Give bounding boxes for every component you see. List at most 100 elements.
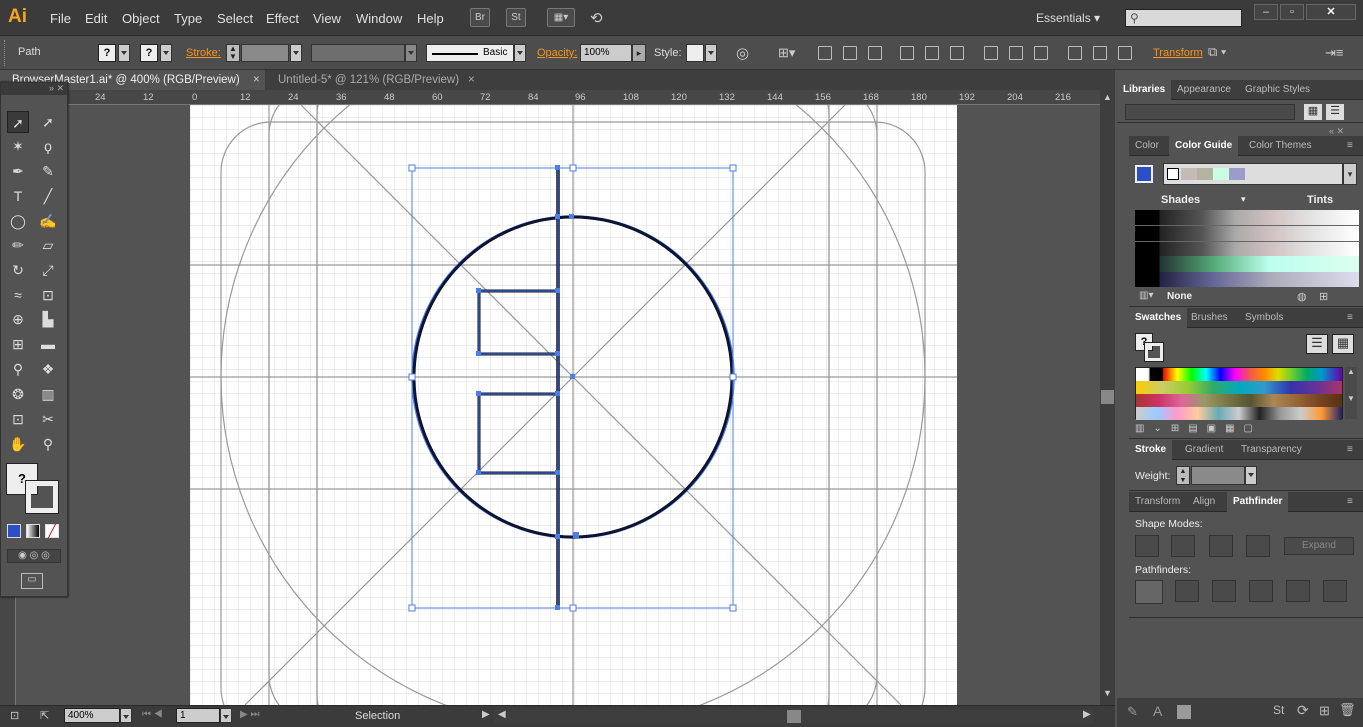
workspace-switcher[interactable]: Essentials ▾: [1036, 11, 1100, 25]
harmony-strip[interactable]: [1163, 163, 1343, 185]
lasso-tool-icon[interactable]: ϙ: [37, 135, 59, 157]
scroll-left-icon[interactable]: ◀: [498, 709, 506, 720]
panel-menu-icon[interactable]: ≡: [1341, 440, 1359, 460]
tab-brushes[interactable]: Brushes: [1185, 308, 1234, 328]
sync-icon[interactable]: ⟳: [1297, 702, 1309, 719]
hscroll-thumb[interactable]: [787, 710, 801, 723]
slice-tool-icon[interactable]: ✂: [37, 408, 59, 430]
fill-dropdown[interactable]: [118, 44, 130, 62]
weight-stepper[interactable]: ▲ ▼: [1176, 466, 1190, 485]
swatch-libraries-icon[interactable]: ▥▾: [1139, 290, 1153, 301]
menu-effect[interactable]: Effect: [266, 11, 299, 26]
tools-panel[interactable]: » ✕ ➚ ➚ ✶ ϙ ✒ ✎ T ╱ ◯ ✍ ✏ ▱ ↻ ⤢ ≈ ⊡ ⊕ ▙ …: [0, 82, 68, 597]
stroke-label[interactable]: Stroke:: [186, 47, 221, 59]
close-tab-icon[interactable]: ×: [253, 70, 260, 90]
harmony-swatch-4[interactable]: [1213, 168, 1229, 180]
mesh-tool-icon[interactable]: ⊞: [7, 333, 29, 355]
align-bottom-icon[interactable]: [950, 46, 964, 60]
trash-icon[interactable]: 🗑: [1339, 702, 1356, 718]
control-panel-menu-icon[interactable]: ⇥≡: [1325, 45, 1343, 61]
color-variations-grid[interactable]: [1135, 210, 1359, 287]
harmony-swatch-2[interactable]: [1181, 168, 1197, 180]
artboard[interactable]: [190, 105, 957, 705]
none-mode-icon[interactable]: ╱: [45, 524, 59, 538]
tools-panel-header[interactable]: » ✕: [1, 83, 67, 95]
horizontal-ruler[interactable]: 24 12 0 12 24 36 48 60 72 84 96 108 120 …: [0, 90, 1100, 105]
opacity-field[interactable]: 100%: [580, 44, 632, 62]
harmony-swatch-1[interactable]: [1167, 168, 1179, 180]
tab-untitled-5[interactable]: Untitled-5* @ 121% (RGB/Preview) ×: [266, 70, 482, 90]
maximize-button[interactable]: ▫: [1280, 4, 1304, 20]
artboard-dropdown[interactable]: [220, 708, 232, 723]
search-input[interactable]: ⚲: [1125, 9, 1242, 27]
swatch-stroke-preview[interactable]: [1144, 342, 1164, 362]
gpu-performance-icon[interactable]: ⟲: [590, 9, 603, 27]
scale-tool-icon[interactable]: ⤢: [37, 259, 59, 281]
menu-select[interactable]: Select: [217, 11, 253, 26]
save-colors-icon[interactable]: ⊞: [1319, 290, 1328, 303]
minus-back-icon[interactable]: [1323, 580, 1347, 602]
menu-object[interactable]: Object: [122, 11, 160, 26]
weight-dropdown[interactable]: [1245, 466, 1257, 485]
pencil-tool-icon[interactable]: ✏: [7, 234, 29, 256]
list-view-icon[interactable]: ☰: [1306, 334, 1328, 354]
vertical-scrollbar[interactable]: ▲ ▼: [1100, 90, 1115, 705]
distribute-top-icon[interactable]: [984, 46, 998, 60]
shape-builder-tool-icon[interactable]: ⊕: [7, 308, 29, 330]
tab-stroke[interactable]: Stroke: [1129, 440, 1173, 460]
horizontal-scrollbar[interactable]: ◀ ▶: [494, 709, 1094, 724]
tab-libraries[interactable]: Libraries: [1117, 80, 1172, 100]
first-artboard-icon[interactable]: ⏮ ◀: [142, 709, 163, 720]
stroke-color-box[interactable]: [25, 480, 59, 514]
export-icon[interactable]: ⇱: [40, 709, 49, 722]
tab-graphic-styles[interactable]: Graphic Styles: [1239, 80, 1316, 100]
type-tool-icon[interactable]: T: [7, 185, 29, 207]
align-right-icon[interactable]: [868, 46, 882, 60]
pen-tool-icon[interactable]: ✒: [7, 160, 29, 182]
expand-button[interactable]: Expand: [1284, 537, 1354, 555]
menu-window[interactable]: Window: [356, 11, 402, 26]
menu-type[interactable]: Type: [174, 11, 202, 26]
tab-color[interactable]: Color: [1129, 136, 1165, 156]
edit-colors-icon[interactable]: ◍: [1297, 290, 1307, 303]
harmony-swatch-5[interactable]: [1229, 168, 1245, 180]
perspective-grid-tool-icon[interactable]: ▙: [37, 308, 59, 330]
distribute-center-icon[interactable]: [1009, 46, 1023, 60]
paintbrush-tool-icon[interactable]: ✍: [37, 210, 59, 232]
base-color-swatch[interactable]: [1135, 165, 1153, 183]
eraser-tool-icon[interactable]: ▱: [37, 234, 59, 256]
align-top-icon[interactable]: [900, 46, 914, 60]
style-dropdown[interactable]: [705, 44, 717, 62]
stroke-swatch[interactable]: ?: [140, 44, 158, 62]
exclude-icon[interactable]: [1246, 535, 1270, 557]
gradient-mode-icon[interactable]: [26, 524, 40, 538]
tab-pathfinder[interactable]: Pathfinder: [1227, 492, 1289, 512]
curvature-tool-icon[interactable]: ✎: [37, 160, 59, 182]
harmony-swatch-3[interactable]: [1197, 168, 1213, 180]
tab-gradient[interactable]: Gradient: [1179, 440, 1229, 460]
symbol-sprayer-tool-icon[interactable]: ❂: [7, 383, 29, 405]
scroll-up-icon[interactable]: ▲: [1103, 92, 1112, 102]
panel-menu-icon[interactable]: ≡: [1341, 136, 1359, 156]
tab-color-guide[interactable]: Color Guide: [1169, 136, 1239, 156]
align-left-icon[interactable]: [818, 46, 832, 60]
intersect-icon[interactable]: [1209, 535, 1233, 557]
variable-width-dropdown[interactable]: [405, 44, 417, 62]
zoom-dropdown[interactable]: [120, 708, 132, 723]
divide-icon[interactable]: [1135, 580, 1163, 604]
close-window-button[interactable]: ✕: [1306, 4, 1356, 20]
magic-wand-tool-icon[interactable]: ✶: [7, 135, 29, 157]
zoom-field[interactable]: 400%: [64, 708, 120, 723]
stroke-weight-stepper[interactable]: ▲ ▼: [226, 44, 240, 62]
grid-view-icon[interactable]: ▦: [1304, 104, 1322, 120]
tab-transparency[interactable]: Transparency: [1235, 440, 1308, 460]
tab-appearance[interactable]: Appearance: [1171, 80, 1237, 100]
stroke-weight-dropdown[interactable]: [290, 44, 302, 62]
brush-dropdown[interactable]: [514, 44, 526, 62]
artwork-canvas[interactable]: [190, 105, 957, 705]
scroll-thumb[interactable]: [1101, 390, 1114, 404]
arrange-documents-button[interactable]: ▦▾: [547, 8, 575, 27]
menu-file[interactable]: File: [50, 11, 71, 26]
scroll-right-icon[interactable]: ▶: [1083, 709, 1091, 720]
recolor-artwork-icon[interactable]: ◎: [736, 44, 749, 62]
